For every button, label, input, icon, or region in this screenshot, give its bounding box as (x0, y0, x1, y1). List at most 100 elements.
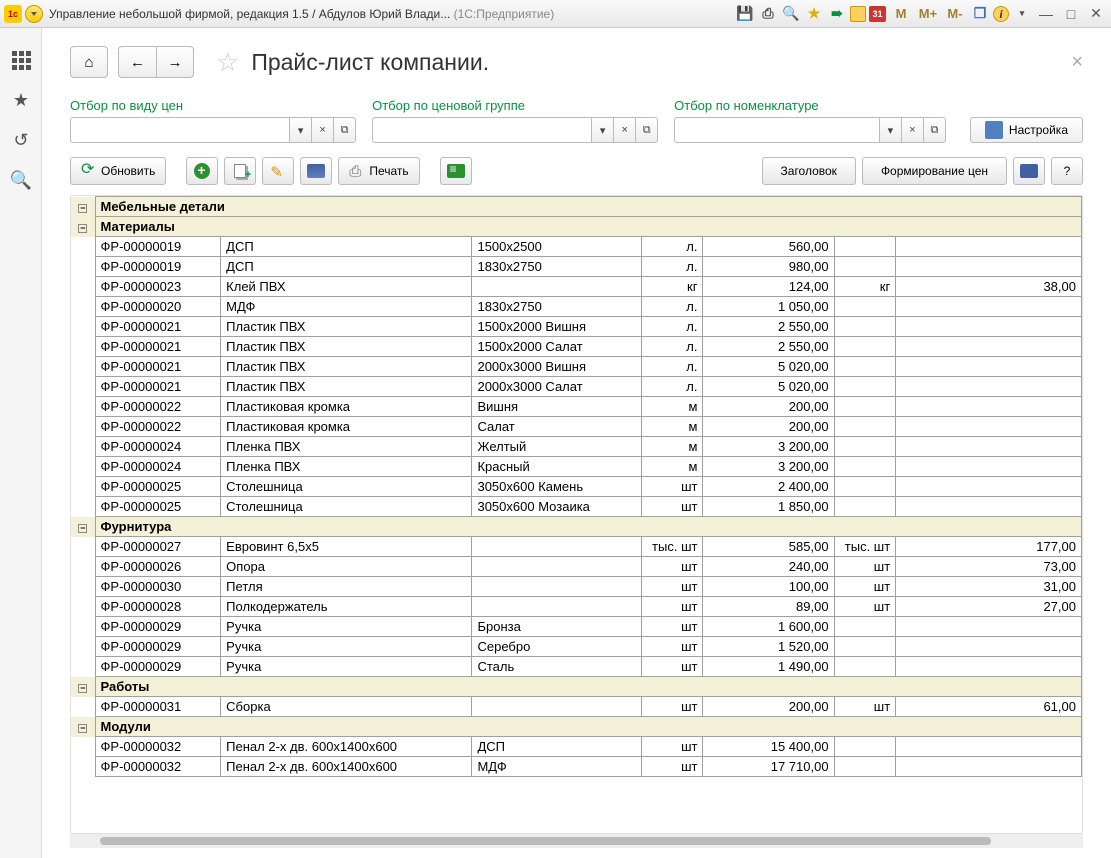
table-cell[interactable]: ФР-00000019 (95, 257, 221, 277)
filter-price-type-clear[interactable]: × (312, 117, 334, 143)
table-cell[interactable]: 1 600,00 (703, 617, 834, 637)
table-cell[interactable]: МДФ (472, 757, 641, 777)
table-cell[interactable]: 27,00 (896, 597, 1082, 617)
table-cell[interactable]: 3050х600 Мозаика (472, 497, 641, 517)
table-cell[interactable] (834, 757, 896, 777)
table-cell[interactable] (834, 237, 896, 257)
table-cell[interactable]: Евровинт 6,5х5 (221, 537, 472, 557)
filter-price-type-open[interactable]: ⧉ (334, 117, 356, 143)
table-cell[interactable] (834, 737, 896, 757)
table-cell[interactable]: Ручка (221, 637, 472, 657)
table-cell[interactable]: Пленка ПВХ (221, 457, 472, 477)
filter-nomenclature-clear[interactable]: × (902, 117, 924, 143)
filter-price-group-input[interactable] (372, 117, 592, 143)
table-cell[interactable]: шт (641, 617, 703, 637)
table-cell[interactable]: м (641, 437, 703, 457)
table-cell[interactable] (896, 337, 1082, 357)
table-cell[interactable] (834, 377, 896, 397)
table-cell[interactable]: 2000х3000 Вишня (472, 357, 641, 377)
tree-collapse-icon[interactable]: − (78, 724, 87, 733)
table-cell[interactable] (834, 617, 896, 637)
table-cell[interactable]: Петля (221, 577, 472, 597)
table-cell[interactable] (834, 397, 896, 417)
card-button[interactable] (300, 157, 332, 185)
table-cell[interactable]: Серебро (472, 637, 641, 657)
copy-button[interactable] (224, 157, 256, 185)
table-cell[interactable] (896, 237, 1082, 257)
apps-grid-icon[interactable] (0, 40, 42, 80)
table-cell[interactable]: 61,00 (896, 697, 1082, 717)
table-cell[interactable]: шт (641, 577, 703, 597)
table-cell[interactable]: л. (641, 257, 703, 277)
table-cell[interactable]: ФР-00000021 (95, 317, 221, 337)
preview-icon[interactable]: 🔍 (781, 5, 801, 23)
table-cell[interactable]: ФР-00000032 (95, 737, 221, 757)
filter-nomenclature-dropdown[interactable]: ▾ (880, 117, 902, 143)
table-cell[interactable]: 3 200,00 (703, 437, 834, 457)
table-cell[interactable]: Опора (221, 557, 472, 577)
table-cell[interactable]: кг (834, 277, 896, 297)
table-cell[interactable]: ФР-00000021 (95, 377, 221, 397)
info-icon[interactable]: i (993, 6, 1009, 22)
refresh-button[interactable]: Обновить (70, 157, 166, 185)
table-cell[interactable]: Пленка ПВХ (221, 437, 472, 457)
tree-collapse-icon[interactable]: − (78, 524, 87, 533)
table-cell[interactable] (896, 737, 1082, 757)
memory-m-icon[interactable]: M (889, 5, 913, 23)
table-cell[interactable]: л. (641, 337, 703, 357)
table-cell[interactable]: ФР-00000031 (95, 697, 221, 717)
table-cell[interactable]: 2000х3000 Салат (472, 377, 641, 397)
table-cell[interactable]: Мебельные детали (95, 197, 1081, 217)
filter-price-group-open[interactable]: ⧉ (636, 117, 658, 143)
close-button[interactable]: ✕ (1085, 5, 1107, 22)
table-cell[interactable]: ФР-00000025 (95, 497, 221, 517)
table-cell[interactable] (896, 297, 1082, 317)
table-cell[interactable] (472, 597, 641, 617)
help-button[interactable]: ? (1051, 157, 1083, 185)
table-cell[interactable]: Пластик ПВХ (221, 337, 472, 357)
table-cell[interactable]: шт (834, 597, 896, 617)
table-cell[interactable]: 200,00 (703, 697, 834, 717)
calculator-icon[interactable] (850, 6, 866, 22)
table-cell[interactable]: Желтый (472, 437, 641, 457)
table-cell[interactable]: ФР-00000022 (95, 417, 221, 437)
table-cell[interactable]: Полкодержатель (221, 597, 472, 617)
table-cell[interactable]: 1 520,00 (703, 637, 834, 657)
goto-icon[interactable]: ➠ (827, 5, 847, 23)
favorites-star-icon[interactable]: ★ (0, 80, 42, 120)
table-cell[interactable]: 73,00 (896, 557, 1082, 577)
table-cell[interactable]: Вишня (472, 397, 641, 417)
edit-button[interactable] (262, 157, 294, 185)
table-cell[interactable]: ДСП (472, 737, 641, 757)
tree-collapse-icon[interactable]: − (78, 204, 87, 213)
table-cell[interactable]: шт (641, 597, 703, 617)
horizontal-scrollbar[interactable] (70, 834, 1083, 848)
table-cell[interactable]: 2 550,00 (703, 317, 834, 337)
table-cell[interactable] (472, 537, 641, 557)
table-cell[interactable]: тыс. шт (834, 537, 896, 557)
table-cell[interactable]: Бронза (472, 617, 641, 637)
table-cell[interactable]: Пластик ПВХ (221, 317, 472, 337)
info-dropdown-icon[interactable]: ▾ (1012, 5, 1032, 23)
table-cell[interactable] (472, 697, 641, 717)
table-cell[interactable]: 200,00 (703, 417, 834, 437)
table-cell[interactable]: л. (641, 317, 703, 337)
table-cell[interactable]: ФР-00000029 (95, 617, 221, 637)
table-cell[interactable] (896, 617, 1082, 637)
memory-mplus-icon[interactable]: M+ (916, 5, 940, 23)
tree-collapse-icon[interactable]: − (78, 224, 87, 233)
table-cell[interactable]: Красный (472, 457, 641, 477)
table-cell[interactable] (472, 277, 641, 297)
table-cell[interactable]: 1500х2500 (472, 237, 641, 257)
view-mode-button[interactable] (1013, 157, 1045, 185)
filter-price-group-dropdown[interactable]: ▾ (592, 117, 614, 143)
filter-nomenclature-input[interactable] (674, 117, 880, 143)
table-cell[interactable]: ФР-00000025 (95, 477, 221, 497)
table-cell[interactable]: ФР-00000020 (95, 297, 221, 317)
table-cell[interactable]: ФР-00000019 (95, 237, 221, 257)
table-cell[interactable]: шт (641, 497, 703, 517)
table-cell[interactable]: ФР-00000028 (95, 597, 221, 617)
table-cell[interactable]: шт (641, 697, 703, 717)
nav-forward-button[interactable]: → (156, 46, 194, 78)
filter-price-type-input[interactable] (70, 117, 290, 143)
